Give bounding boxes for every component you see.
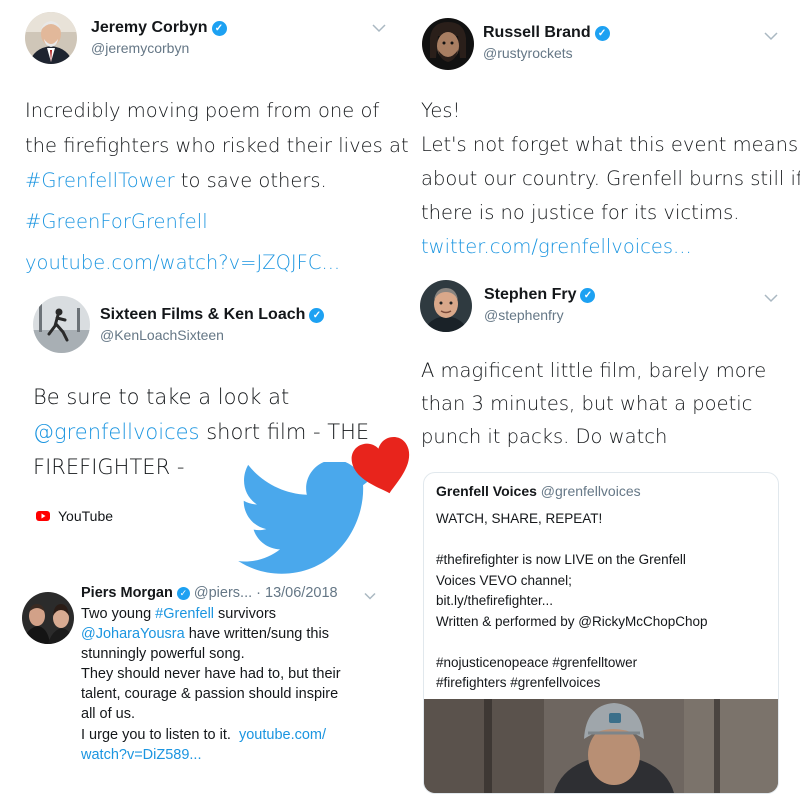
tweet-jeremy-corbyn[interactable]: Jeremy Corbyn ✓ @jeremycorbyn Incredibly …	[0, 0, 409, 290]
tweet-russell-brand[interactable]: Russell Brand ✓ @rustyrockets Yes! Let's …	[400, 0, 800, 270]
user-handle[interactable]: @rustyrockets	[483, 45, 573, 61]
video-thumbnail[interactable]	[424, 699, 778, 793]
avatar-ken-loach[interactable]	[33, 296, 90, 353]
heart-icon	[350, 436, 416, 496]
hashtag-link[interactable]: #GreenForGrenfell	[25, 204, 400, 239]
quoted-text-line	[436, 530, 776, 551]
tweet-text-fragment: short film - THE	[199, 420, 370, 444]
tweet-text: Two young #Grenfell survivors @JoharaYou…	[81, 604, 400, 765]
tweet-text-line: I urge you to listen to it. youtube.com/	[81, 725, 400, 745]
mention-link[interactable]: @grenfellvoices	[33, 420, 200, 444]
display-name[interactable]: Russell Brand ✓	[483, 24, 610, 42]
tweet-text-line: Be sure to take a look at	[33, 385, 290, 409]
tweet-text-line: A magificent little film, barely more	[421, 359, 767, 382]
quoted-text-line: WATCH, SHARE, REPEAT!	[436, 511, 603, 526]
quoted-text-line: Written & performed by @RickyMcChopChop	[436, 613, 708, 629]
avatar-piers-morgan[interactable]	[22, 592, 74, 644]
url-link[interactable]: twitter.com/grenfellvoices...	[421, 230, 800, 264]
hashtag-link[interactable]: #GrenfellTower	[25, 169, 175, 192]
user-handle[interactable]: @piers...	[194, 585, 252, 601]
tweet-text: Yes! Let's not forget what this event me…	[421, 94, 800, 264]
tweet-text-line: talent, courage & passion should inspire	[81, 686, 339, 703]
verified-icon: ✓	[580, 288, 596, 303]
avatar-russell-brand[interactable]	[422, 18, 474, 70]
tweet-text-line: punch it packs. Do watch	[421, 425, 668, 448]
tweet-text-line: there is no justice for its victims.	[421, 201, 740, 224]
quoted-tweet-text: WATCH, SHARE, REPEAT! #thefirefighter is…	[436, 509, 776, 694]
mention-link[interactable]: @JoharaYousra	[81, 626, 185, 642]
tweet-text-line: stunningly powerful song.	[81, 646, 245, 663]
chevron-down-icon[interactable]	[764, 28, 778, 44]
display-name[interactable]: Sixteen Films & Ken Loach ✓	[100, 306, 325, 324]
tweet-text-fragment: survivors	[214, 606, 277, 622]
user-handle[interactable]: @grenfellvoices	[541, 483, 641, 499]
tweet-text-line: Two young #Grenfell survivors	[81, 604, 400, 624]
user-handle[interactable]: @KenLoachSixteen	[100, 327, 224, 343]
verified-icon: ✓	[176, 587, 190, 600]
display-name-text[interactable]: Russell Brand	[483, 24, 591, 41]
tweet-text-line: @grenfellvoices short film - THE	[33, 415, 400, 450]
tweet-text-line: Yes!	[421, 99, 461, 122]
user-handle[interactable]: @jeremycorbyn	[91, 40, 189, 56]
tweet-text-line: Incredibly moving poem from one of	[25, 99, 380, 122]
tweet-text-line: Let's not forget what this event means	[421, 133, 799, 156]
display-name[interactable]: Piers Morgan	[81, 585, 173, 601]
quoted-text-line: #nojusticenopeace #grenfelltower	[436, 654, 638, 670]
tweet-text: Incredibly moving poem from one of the f…	[25, 93, 409, 280]
quoted-tweet-header: Grenfell Voices @grenfellvoices	[436, 483, 641, 499]
chevron-down-icon[interactable]	[364, 587, 376, 603]
hashtag-link[interactable]: #Grenfell	[155, 606, 214, 622]
avatar-stephen-fry[interactable]	[420, 280, 472, 332]
verified-icon: ✓	[309, 308, 325, 323]
tweet-piers-morgan[interactable]: Piers Morgan ✓ @piers... · 13/06/2018 Two…	[0, 570, 400, 800]
tweet-text-fragment: to save others.	[174, 169, 327, 192]
display-name[interactable]: Stephen Fry ✓	[484, 286, 596, 304]
tweet-text-line: They should never have had to, but their	[81, 666, 341, 683]
display-name[interactable]: Grenfell Voices	[436, 483, 537, 499]
tweet-text-line: all of us.	[81, 706, 135, 723]
verified-icon: ✓	[594, 26, 610, 41]
quoted-text-line: bit.ly/thefirefighter...	[436, 593, 554, 608]
tweet-text-line: than 3 minutes, but what a poetic	[421, 392, 753, 415]
tweet-date[interactable]: · 13/06/2018	[256, 585, 337, 601]
quoted-text-line: #thefirefighter is now LIVE on the Grenf…	[436, 552, 686, 567]
link-source[interactable]: YouTube	[36, 508, 113, 524]
tweet-text-line: @JoharaYousra have written/sung this	[81, 624, 400, 644]
display-name-text[interactable]: Stephen Fry	[484, 286, 576, 303]
url-link[interactable]: watch?v=DiZ589...	[81, 745, 400, 765]
quoted-text-line	[436, 632, 776, 653]
verified-icon: ✓	[211, 21, 227, 36]
tweet-text-line: about our country. Grenfell burns still …	[421, 167, 800, 190]
tweet-text-line: the firefighters who risked their lives …	[25, 134, 409, 157]
chevron-down-icon[interactable]	[372, 20, 386, 36]
youtube-icon	[36, 511, 50, 521]
display-name-text[interactable]: Jeremy Corbyn	[91, 19, 208, 36]
avatar-jeremy-corbyn[interactable]	[25, 12, 77, 64]
tweet-text-line: #GrenfellTower to save others.	[25, 163, 400, 198]
user-handle[interactable]: @stephenfry	[484, 307, 564, 323]
url-link[interactable]: youtube.com/	[239, 727, 326, 743]
chevron-down-icon[interactable]	[764, 290, 778, 306]
tweet-text: A magificent little film, barely more th…	[421, 354, 800, 453]
tweet-text-fragment: have written/sung this	[184, 626, 329, 643]
tweet-stephen-fry[interactable]: Stephen Fry ✓ @stephenfry A magificent li…	[400, 270, 800, 450]
tweet-header: Piers Morgan ✓ @piers... · 13/06/2018	[81, 585, 338, 601]
quoted-tweet-card[interactable]: Grenfell Voices @grenfellvoices WATCH, S…	[423, 472, 779, 794]
display-name-text[interactable]: Sixteen Films & Ken Loach	[100, 306, 305, 323]
link-source-label: YouTube	[58, 508, 114, 524]
tweet-text-fragment: Two young	[81, 606, 156, 622]
quoted-text-line: Voices VEVO channel;	[436, 572, 572, 588]
tweet-text-fragment: I urge you to listen to it.	[81, 726, 239, 743]
display-name[interactable]: Jeremy Corbyn ✓	[91, 19, 227, 37]
url-link[interactable]: youtube.com/watch?v=JZQJFC...	[25, 245, 400, 280]
quoted-text-line: #firefighters #grenfellvoices	[436, 675, 601, 690]
